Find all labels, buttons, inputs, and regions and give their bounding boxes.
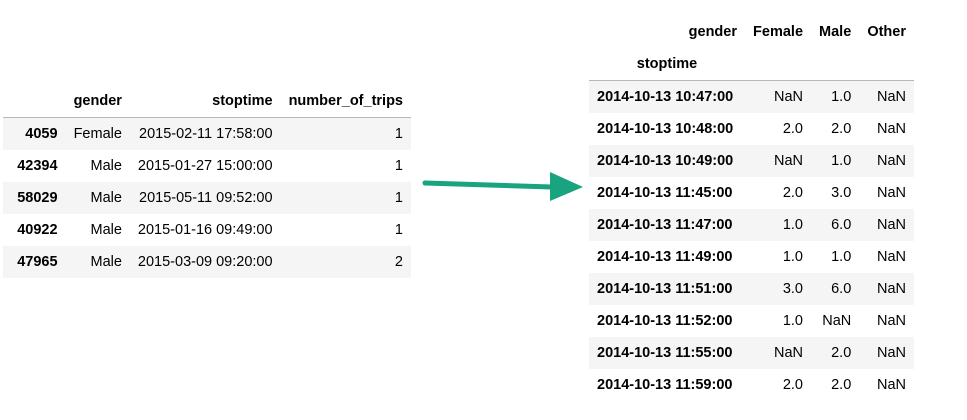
index-header [3, 85, 66, 118]
row-index: 2014-10-13 11:45:00 [597, 185, 733, 201]
empty-header-cell [811, 48, 859, 81]
cell-number-of-trips: 1 [394, 190, 403, 206]
row-index: 4059 [25, 126, 58, 142]
row-index: 2014-10-13 11:49:00 [597, 249, 733, 265]
row-index: 2014-10-13 11:47:00 [597, 217, 733, 233]
row-index: 47965 [17, 254, 58, 270]
table-row: 2014-10-13 10:47:00 NaN 1.0 NaN [589, 80, 914, 113]
cell-stoptime: 2015-01-16 09:49:00 [137, 222, 273, 238]
cell-gender: Male [90, 222, 122, 238]
cell-male: 6.0 [831, 281, 852, 297]
empty-header-cell [745, 48, 811, 81]
table-row: 40922 Male 2015-01-16 09:49:00 1 [3, 214, 411, 246]
table-row: 2014-10-13 11:55:00 NaN 2.0 NaN [589, 337, 914, 369]
cell-other: NaN [876, 281, 906, 297]
cell-stoptime: 2015-01-27 15:00:00 [137, 158, 273, 174]
table-row: 42394 Male 2015-01-27 15:00:00 1 [3, 150, 411, 182]
cell-male: 6.0 [831, 217, 852, 233]
cell-gender: Female [73, 126, 122, 142]
arrow-right-icon [422, 172, 583, 201]
left-dataframe-table: gender stoptime number_of_trips 4059 Fem… [3, 85, 411, 278]
cell-number-of-trips: 1 [394, 158, 403, 174]
table-row: 2014-10-13 11:51:00 3.0 6.0 NaN [589, 273, 914, 305]
cell-other: NaN [876, 377, 906, 393]
cell-other: NaN [876, 153, 906, 169]
row-index: 2014-10-13 10:49:00 [597, 153, 734, 169]
right-dataframe-table: gender Female Male Other stoptime 2014-1… [589, 16, 914, 401]
cell-female: 1.0 [782, 313, 804, 329]
table-row: 2014-10-13 11:45:00 2.0 3.0 NaN [589, 177, 914, 209]
header-row-columns: gender Female Male Other [589, 16, 914, 48]
column-header-number-of-trips: number_of_trips [288, 93, 403, 109]
cell-other: NaN [876, 121, 906, 137]
cell-gender: Male [90, 254, 122, 270]
row-index: 2014-10-13 10:48:00 [597, 121, 734, 137]
cell-male: 2.0 [831, 121, 852, 137]
row-index: 2014-10-13 10:47:00 [597, 89, 734, 105]
cell-stoptime: 2015-05-11 09:52:00 [139, 190, 273, 206]
cell-other: NaN [876, 185, 906, 201]
row-index: 40922 [17, 222, 58, 238]
cell-male: 1.0 [831, 249, 852, 265]
table-row: 2014-10-13 10:49:00 NaN 1.0 NaN [589, 145, 914, 177]
column-header-female: Female [753, 24, 804, 40]
row-index: 2014-10-13 11:59:00 [597, 377, 733, 393]
table-row: 2014-10-13 11:59:00 2.0 2.0 NaN [589, 369, 914, 401]
cell-stoptime: 2015-03-09 09:20:00 [137, 254, 273, 270]
table-row: 58029 Male 2015-05-11 09:52:00 1 [3, 182, 411, 214]
header-row: gender stoptime number_of_trips [3, 85, 411, 118]
row-index: 2014-10-13 11:51:00 [597, 281, 733, 297]
cell-female: 1.0 [782, 249, 804, 265]
row-index: 58029 [17, 190, 58, 206]
table-row: 2014-10-13 11:47:00 1.0 6.0 NaN [589, 209, 914, 241]
cell-other: NaN [876, 249, 906, 265]
cell-other: NaN [876, 313, 906, 329]
cell-number-of-trips: 2 [394, 254, 403, 270]
cell-male: NaN [822, 313, 852, 329]
cell-female: NaN [774, 89, 804, 105]
cell-male: 2.0 [831, 345, 852, 361]
table-row: 2014-10-13 11:52:00 1.0 NaN NaN [589, 305, 914, 337]
cell-stoptime: 2015-02-11 17:58:00 [139, 126, 273, 142]
table-row: 4059 Female 2015-02-11 17:58:00 1 [3, 117, 411, 150]
header-row-index-name: stoptime [589, 48, 914, 81]
cell-other: NaN [876, 345, 906, 361]
column-header-gender: gender [73, 93, 122, 109]
cell-male: 3.0 [831, 185, 852, 201]
row-index: 2014-10-13 11:52:00 [597, 313, 733, 329]
table-row: 2014-10-13 10:48:00 2.0 2.0 NaN [589, 113, 914, 145]
cell-female: 1.0 [782, 217, 804, 233]
cell-female: 2.0 [782, 185, 804, 201]
right-table-body: 2014-10-13 10:47:00 NaN 1.0 NaN 2014-10-… [589, 80, 914, 402]
cell-female: NaN [774, 153, 804, 169]
columns-name-header: gender [688, 24, 737, 40]
cell-number-of-trips: 1 [394, 222, 403, 238]
cell-male: 1.0 [831, 89, 852, 105]
cell-gender: Male [90, 158, 122, 174]
cell-other: NaN [876, 217, 906, 233]
cell-number-of-trips: 1 [394, 126, 403, 142]
row-index: 42394 [17, 158, 58, 174]
cell-female: 2.0 [782, 121, 804, 137]
table-row: 47965 Male 2015-03-09 09:20:00 2 [3, 246, 411, 278]
column-header-other: Other [867, 24, 906, 40]
index-name-header: stoptime [636, 56, 698, 72]
cell-male: 2.0 [831, 377, 852, 393]
column-header-male: Male [819, 24, 852, 40]
cell-female: 3.0 [782, 281, 804, 297]
cell-male: 1.0 [831, 153, 852, 169]
empty-header-cell [859, 48, 914, 81]
cell-female: NaN [774, 345, 804, 361]
cell-other: NaN [876, 89, 906, 105]
cell-female: 2.0 [782, 377, 804, 393]
row-index: 2014-10-13 11:55:00 [597, 345, 733, 361]
cell-gender: Male [90, 190, 122, 206]
column-header-stoptime: stoptime [212, 93, 273, 109]
table-row: 2014-10-13 11:49:00 1.0 1.0 NaN [589, 241, 914, 273]
